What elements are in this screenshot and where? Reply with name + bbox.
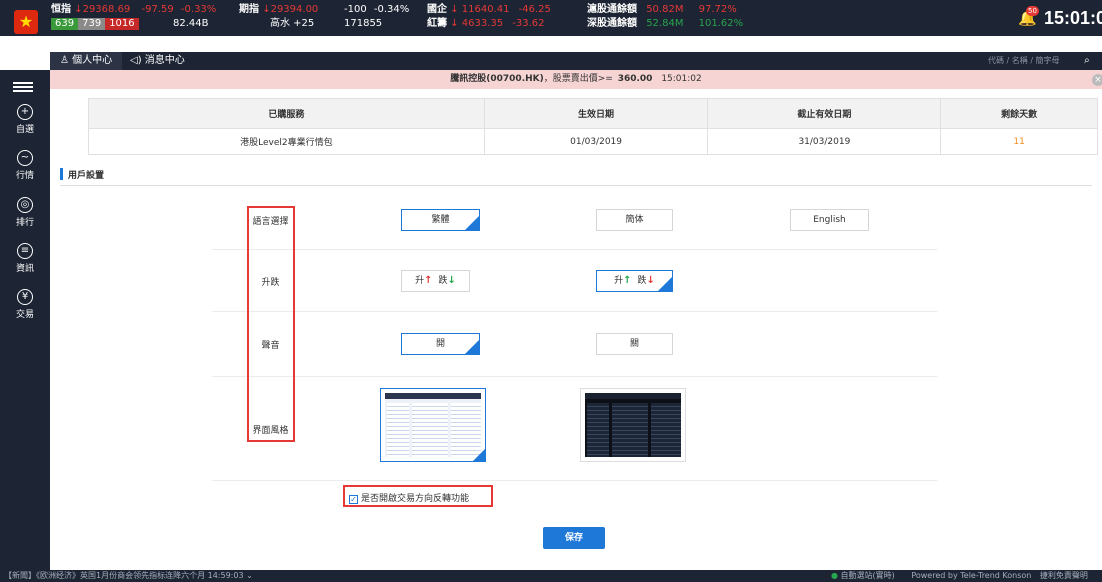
column-header: 截止有效日期	[707, 98, 942, 129]
sidebar-item-watchlist[interactable]: + 自選	[0, 104, 50, 135]
ranking-icon: ◎	[17, 197, 33, 213]
redchip-quote[interactable]: 紅籌 ↓ 4633.35 -33.62	[427, 18, 545, 30]
menu-icon[interactable]	[13, 80, 33, 94]
table-row: 港股Level2專業行情包 01/03/2019 31/03/2019 11	[88, 128, 1098, 155]
hscei-quote[interactable]: 國企 ↓ 11640.41 -46.25	[427, 4, 551, 16]
market-ticker-bar: ★ 恒指 ↓29368.69 -97.59 -0.33% 639 739 101…	[0, 0, 1102, 36]
user-icon: ♙	[60, 55, 69, 66]
divider	[212, 311, 937, 312]
section-title: 用戶設置	[68, 171, 105, 181]
speaker-icon: ◁)	[130, 55, 142, 66]
arrow-down-icon: ↓	[447, 275, 456, 286]
market-breadth: 639 739 1016	[51, 18, 139, 30]
status-bar: 【新聞】《欧洲经济》英国1月份商会领先指标连降六个月 14:59:03 ⌄ ● …	[0, 570, 1102, 582]
futures-quote[interactable]: 期指 ↓29394.00	[239, 4, 318, 16]
left-sidebar: + 自選 ~ 行情 ◎ 排行 ≡ 資訊 ¥ 交易 ⚙	[0, 70, 50, 582]
end-date-cell: 31/03/2019	[707, 128, 942, 155]
divider	[212, 376, 937, 377]
search-input[interactable]: 代碼 / 名稱 / 簡字母 ⌕ ⠿	[948, 54, 1098, 79]
divider	[212, 480, 937, 481]
updown-option-green-up[interactable]: 升↑ 跌↓	[596, 270, 673, 292]
close-icon[interactable]: ×	[1092, 74, 1102, 86]
sidebar-item-ranking[interactable]: ◎ 排行	[0, 197, 50, 228]
tab-message-center[interactable]: ◁) 消息中心	[130, 52, 185, 70]
service-name-cell: 港股Level2專業行情包	[88, 128, 485, 155]
arrow-up-icon: ↑	[623, 275, 632, 286]
shanghai-connect-quota: 滬股通餘額 50.82M 97.72%	[587, 4, 737, 15]
sound-option-off[interactable]: 關	[596, 333, 673, 355]
user-settings-header: 用戶設置	[60, 166, 1092, 186]
plus-circle-icon: +	[17, 104, 33, 120]
column-header: 生效日期	[483, 98, 709, 129]
price-alert-notice: 騰訊控股(00700.HK)，股票賣出價>= 360.00 15:01:02 ×	[50, 70, 1102, 89]
sidebar-item-news[interactable]: ≡ 資訊	[0, 243, 50, 274]
sidebar-item-market[interactable]: ~ 行情	[0, 150, 50, 181]
arrow-down-icon: ↓	[646, 275, 655, 286]
tab-bar: ♙ 個人中心 ◁) 消息中心 代碼 / 名稱 / 簡字母 ⌕ ⠿	[50, 52, 1102, 79]
light-theme-preview	[385, 393, 481, 457]
status-dot-icon: ●	[831, 571, 838, 580]
tab-personal-center[interactable]: ♙ 個人中心	[50, 52, 122, 70]
language-option-simplified[interactable]: 簡体	[596, 209, 673, 231]
highlight-box-labels	[247, 206, 295, 442]
news-icon: ≡	[17, 243, 33, 259]
checkbox-checked-icon: ✓	[349, 495, 358, 504]
notification-badge: 50	[1026, 6, 1039, 16]
theme-option-light[interactable]	[380, 388, 486, 462]
purchased-services-table: 已購服務 生效日期 截止有效日期 剩餘天數 港股Level2專業行情包 01/0…	[88, 98, 1098, 155]
dark-theme-preview	[585, 393, 681, 457]
language-option-traditional[interactable]: 繁體	[401, 209, 480, 231]
clock: 15:01:07	[1044, 8, 1102, 28]
save-button[interactable]: 保存	[543, 527, 605, 549]
start-date-cell: 01/03/2019	[483, 128, 709, 155]
remaining-days-cell: 11	[940, 128, 1098, 155]
chart-line-icon: ~	[17, 150, 33, 166]
shenzhen-connect-quota: 深股通餘額 52.84M 101.62%	[587, 18, 744, 29]
sound-option-on[interactable]: 開	[401, 333, 480, 355]
arrow-up-icon: ↑	[424, 275, 433, 286]
news-ticker[interactable]: 【新聞】《欧洲经济》英国1月份商会领先指标连降六个月 14:59:03 ⌄	[4, 570, 253, 582]
chevron-down-icon[interactable]: ⌄	[246, 571, 253, 580]
futures-change: -100 -0.34%	[344, 4, 410, 15]
hsi-turnover: 82.44B	[173, 18, 209, 29]
section-accent-bar	[60, 168, 63, 180]
server-status: ● 自動選站(實時) Powered by Tele-Trend Konson …	[831, 571, 1088, 580]
bell-icon[interactable]: 🔔 50	[1018, 6, 1039, 27]
divider	[212, 249, 937, 250]
hk-flag-logo: ★	[14, 10, 38, 34]
table-header-row: 已購服務 生效日期 截止有效日期 剩餘天數	[88, 98, 1098, 129]
search-icon[interactable]: ⌕	[1084, 55, 1090, 66]
sidebar-item-trade[interactable]: ¥ 交易	[0, 289, 50, 320]
reverse-trade-checkbox[interactable]: ✓ 是否開啟交易方向反轉功能	[349, 491, 469, 504]
futures-premium: 高水 +25	[270, 18, 315, 29]
hsi-quote[interactable]: 恒指 ↓29368.69 -97.59 -0.33%	[51, 4, 216, 16]
disclaimer-link[interactable]: 捷利免責聲明	[1040, 571, 1088, 580]
futures-volume: 171855	[344, 18, 383, 29]
column-header: 剩餘天數	[940, 98, 1098, 129]
theme-option-dark[interactable]	[580, 388, 686, 462]
language-option-english[interactable]: English	[790, 209, 869, 231]
column-header: 已購服務	[88, 98, 485, 129]
trade-icon: ¥	[17, 289, 33, 305]
updown-option-red-up[interactable]: 升↑ 跌↓	[401, 270, 470, 292]
app-window: ★ 恒指 ↓29368.69 -97.59 -0.33% 639 739 101…	[0, 0, 1102, 582]
